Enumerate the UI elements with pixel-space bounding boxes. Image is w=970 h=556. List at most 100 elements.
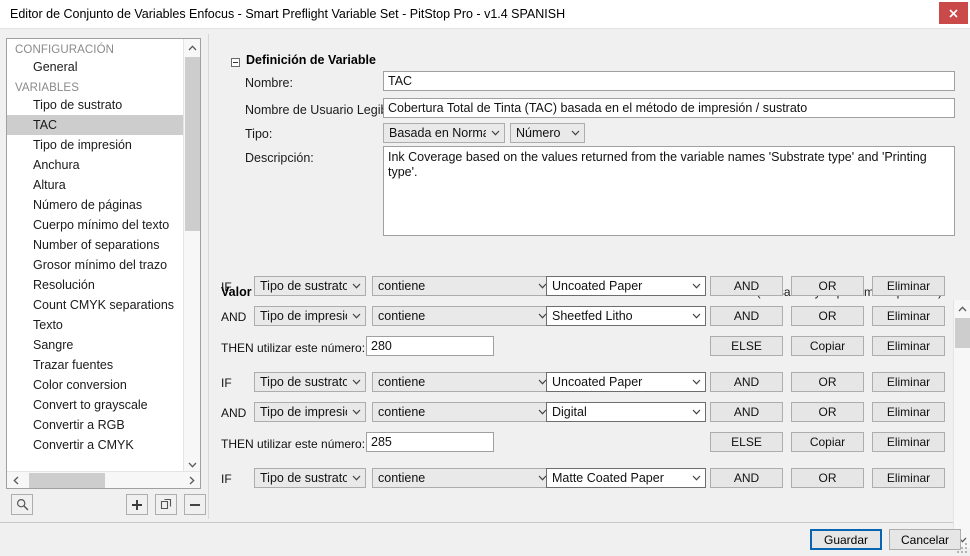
and-button[interactable]: AND	[710, 276, 783, 296]
chevron-down-icon	[687, 409, 705, 415]
rules-list: IF Tipo de sustrato contiene Uncoated Paper…	[218, 276, 970, 520]
condition-field-combo[interactable]: Tipo de sustrato	[254, 276, 366, 296]
condition-value-combo[interactable]: Uncoated Paper	[546, 372, 706, 392]
condition-value-combo[interactable]: Digital	[546, 402, 706, 422]
eliminar-button[interactable]: Eliminar	[872, 372, 945, 392]
name-input[interactable]	[383, 71, 955, 91]
eliminar-button[interactable]: Eliminar	[872, 468, 945, 488]
sidebar-item-count-cmyk-separations[interactable]: Count CMYK separations	[7, 295, 185, 315]
sidebar-item-trazar-fuentes[interactable]: Trazar fuentes	[7, 355, 185, 375]
condition-prefix-label: IF	[221, 376, 232, 390]
sidebar-scroll-thumb[interactable]	[185, 57, 200, 231]
chevron-down-icon	[687, 379, 705, 385]
condition-value-combo[interactable]: Sheetfed Litho	[546, 306, 706, 326]
condition-operator-combo-value: contiene	[378, 405, 426, 419]
then-label: THEN utilizar este número:	[221, 437, 366, 451]
or-button[interactable]: OR	[791, 276, 864, 296]
sidebar-item-tac[interactable]: TAC	[7, 115, 185, 135]
or-button[interactable]: OR	[791, 306, 864, 326]
datatype-combo[interactable]: Número	[510, 123, 585, 143]
else-button[interactable]: ELSE	[710, 336, 783, 356]
rules-vertical-scrollbar[interactable]	[953, 300, 970, 548]
or-button[interactable]: OR	[791, 372, 864, 392]
copiar-button[interactable]: Copiar	[791, 336, 864, 356]
sidebar-item-texto[interactable]: Texto	[7, 315, 185, 335]
scroll-left-icon[interactable]	[7, 472, 24, 488]
sidebar-item-cuerpo-m-nimo-del-texto[interactable]: Cuerpo mínimo del texto	[7, 215, 185, 235]
window-title: Editor de Conjunto de Variables Enfocus …	[10, 7, 566, 21]
sidebar-item-color-conversion[interactable]: Color conversion	[7, 375, 185, 395]
chevron-down-icon	[347, 475, 365, 481]
description-textarea[interactable]: Ink Coverage based on the values returne…	[383, 146, 955, 236]
sidebar-item-convertir-a-cmyk[interactable]: Convertir a CMYK	[7, 435, 185, 455]
else-button[interactable]: ELSE	[710, 432, 783, 452]
cancel-button[interactable]: Cancelar	[889, 529, 961, 550]
condition-operator-combo-value: contiene	[378, 471, 426, 485]
remove-variable-button[interactable]	[184, 494, 206, 515]
and-button[interactable]: AND	[710, 306, 783, 326]
condition-field-combo[interactable]: Tipo de impresión	[254, 402, 366, 422]
resize-grip[interactable]	[957, 543, 967, 553]
then-number-input[interactable]	[366, 336, 494, 356]
type-combo[interactable]: Basada en Norma	[383, 123, 505, 143]
sidebar-item-general[interactable]: General	[7, 57, 185, 77]
eliminar-button[interactable]: Eliminar	[872, 276, 945, 296]
condition-value-combo-value: Uncoated Paper	[552, 375, 643, 389]
condition-operator-combo[interactable]: contiene	[372, 306, 552, 326]
scroll-right-icon[interactable]	[183, 472, 200, 488]
sidebar-toolbar	[6, 492, 206, 520]
save-button[interactable]: Guardar	[810, 529, 882, 550]
or-button[interactable]: OR	[791, 402, 864, 422]
variables-list[interactable]: CONFIGURACIÓN General VARIABLES Tipo de sus…	[7, 39, 185, 473]
chevron-down-icon	[347, 409, 365, 415]
sidebar-item-resoluci-n[interactable]: Resolución	[7, 275, 185, 295]
sidebar-horizontal-scrollbar[interactable]	[7, 471, 200, 488]
eliminar-button[interactable]: Eliminar	[872, 336, 945, 356]
and-button[interactable]: AND	[710, 402, 783, 422]
or-button[interactable]: OR	[791, 468, 864, 488]
sidebar-item-tipo-de-impresi-n[interactable]: Tipo de impresión	[7, 135, 185, 155]
condition-field-combo[interactable]: Tipo de sustrato	[254, 372, 366, 392]
search-icon[interactable]	[11, 494, 33, 515]
condition-prefix-label: AND	[221, 406, 247, 420]
collapse-definition-toggle[interactable]	[231, 58, 240, 67]
eliminar-button[interactable]: Eliminar	[872, 432, 945, 452]
chevron-down-icon	[347, 379, 365, 385]
condition-value-combo[interactable]: Uncoated Paper	[546, 276, 706, 296]
scroll-up-icon[interactable]	[954, 300, 970, 317]
condition-field-combo-value: Tipo de sustrato	[260, 279, 347, 293]
eliminar-button[interactable]: Eliminar	[872, 306, 945, 326]
eliminar-button[interactable]: Eliminar	[872, 402, 945, 422]
sidebar-hscroll-thumb[interactable]	[29, 473, 105, 488]
rules-scroll-thumb[interactable]	[955, 318, 970, 348]
condition-operator-combo[interactable]: contiene	[372, 468, 552, 488]
sidebar-item-convertir-a-rgb[interactable]: Convertir a RGB	[7, 415, 185, 435]
sidebar-item-convert-to-grayscale[interactable]: Convert to grayscale	[7, 395, 185, 415]
sidebar-item-n-mero-de-p-ginas[interactable]: Número de páginas	[7, 195, 185, 215]
condition-value-combo[interactable]: Matte Coated Paper	[546, 468, 706, 488]
close-icon[interactable]	[939, 2, 968, 24]
type-label: Tipo:	[245, 127, 273, 141]
readable-name-input[interactable]	[383, 98, 955, 118]
sidebar-item-anchura[interactable]: Anchura	[7, 155, 185, 175]
condition-field-combo-value: Tipo de sustrato	[260, 471, 347, 485]
then-number-input[interactable]	[366, 432, 494, 452]
add-variable-button[interactable]	[126, 494, 148, 515]
sidebar-item-altura[interactable]: Altura	[7, 175, 185, 195]
condition-operator-combo[interactable]: contiene	[372, 372, 552, 392]
sidebar-item-grosor-m-nimo-del-trazo[interactable]: Grosor mínimo del trazo	[7, 255, 185, 275]
sidebar-item-sangre[interactable]: Sangre	[7, 335, 185, 355]
condition-operator-combo[interactable]: contiene	[372, 402, 552, 422]
copiar-button[interactable]: Copiar	[791, 432, 864, 452]
condition-field-combo[interactable]: Tipo de sustrato	[254, 468, 366, 488]
sidebar-item-number-of-separations[interactable]: Number of separations	[7, 235, 185, 255]
and-button[interactable]: AND	[710, 372, 783, 392]
sidebar-vertical-scrollbar[interactable]	[183, 39, 200, 473]
condition-field-combo[interactable]: Tipo de impresión	[254, 306, 366, 326]
condition-prefix-label: AND	[221, 310, 247, 324]
duplicate-variable-icon[interactable]	[155, 494, 177, 515]
and-button[interactable]: AND	[710, 468, 783, 488]
condition-operator-combo[interactable]: contiene	[372, 276, 552, 296]
scroll-up-icon[interactable]	[184, 39, 200, 56]
sidebar-item-tipo-de-sustrato[interactable]: Tipo de sustrato	[7, 95, 185, 115]
